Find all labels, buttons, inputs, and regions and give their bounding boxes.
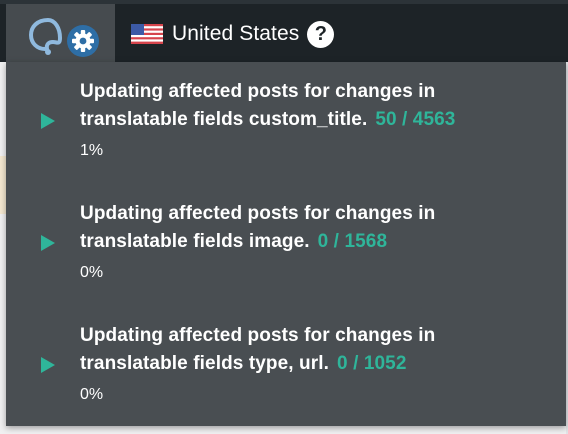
admin-top-bar: United States ? bbox=[0, 0, 568, 62]
task-progress-count: 0 / 1052 bbox=[337, 353, 407, 374]
gear-icon[interactable] bbox=[66, 24, 100, 58]
play-icon[interactable] bbox=[40, 112, 56, 130]
help-icon[interactable]: ? bbox=[307, 20, 335, 48]
task-progress-count: 0 / 1568 bbox=[317, 231, 388, 252]
task-title: Updating affected posts for changes in t… bbox=[80, 200, 550, 256]
task-item: Updating affected posts for changes in t… bbox=[6, 322, 566, 432]
us-flag-icon bbox=[131, 24, 163, 44]
task-title-line2: translatable fields type, url. bbox=[80, 353, 330, 374]
task-title-line1: Updating affected posts for changes in bbox=[80, 81, 436, 102]
task-progress-count: 50 / 4563 bbox=[375, 109, 456, 130]
task-progress-dropdown: Updating affected posts for changes in t… bbox=[6, 62, 566, 426]
task-title: Updating affected posts for changes in t… bbox=[80, 78, 550, 134]
task-title-line1: Updating affected posts for changes in bbox=[80, 203, 436, 224]
play-icon[interactable] bbox=[40, 356, 56, 374]
task-title-line2: translatable fields custom_title. bbox=[80, 109, 368, 130]
task-percent: 0% bbox=[80, 386, 104, 403]
country-name: United States bbox=[172, 22, 300, 45]
play-icon[interactable] bbox=[40, 234, 56, 252]
task-title-line2: translatable fields image. bbox=[80, 231, 310, 252]
task-percent: 1% bbox=[80, 142, 104, 159]
task-percent: 0% bbox=[80, 264, 104, 281]
country-selector[interactable]: United States ? bbox=[131, 18, 335, 50]
task-item: Updating affected posts for changes in t… bbox=[6, 78, 566, 188]
task-title: Updating affected posts for changes in t… bbox=[80, 322, 550, 378]
plugin-menu-tab[interactable] bbox=[6, 4, 115, 62]
plugin-logo-icon bbox=[29, 18, 62, 55]
task-title-line1: Updating affected posts for changes in bbox=[80, 325, 436, 346]
task-item: Updating affected posts for changes in t… bbox=[6, 200, 566, 310]
